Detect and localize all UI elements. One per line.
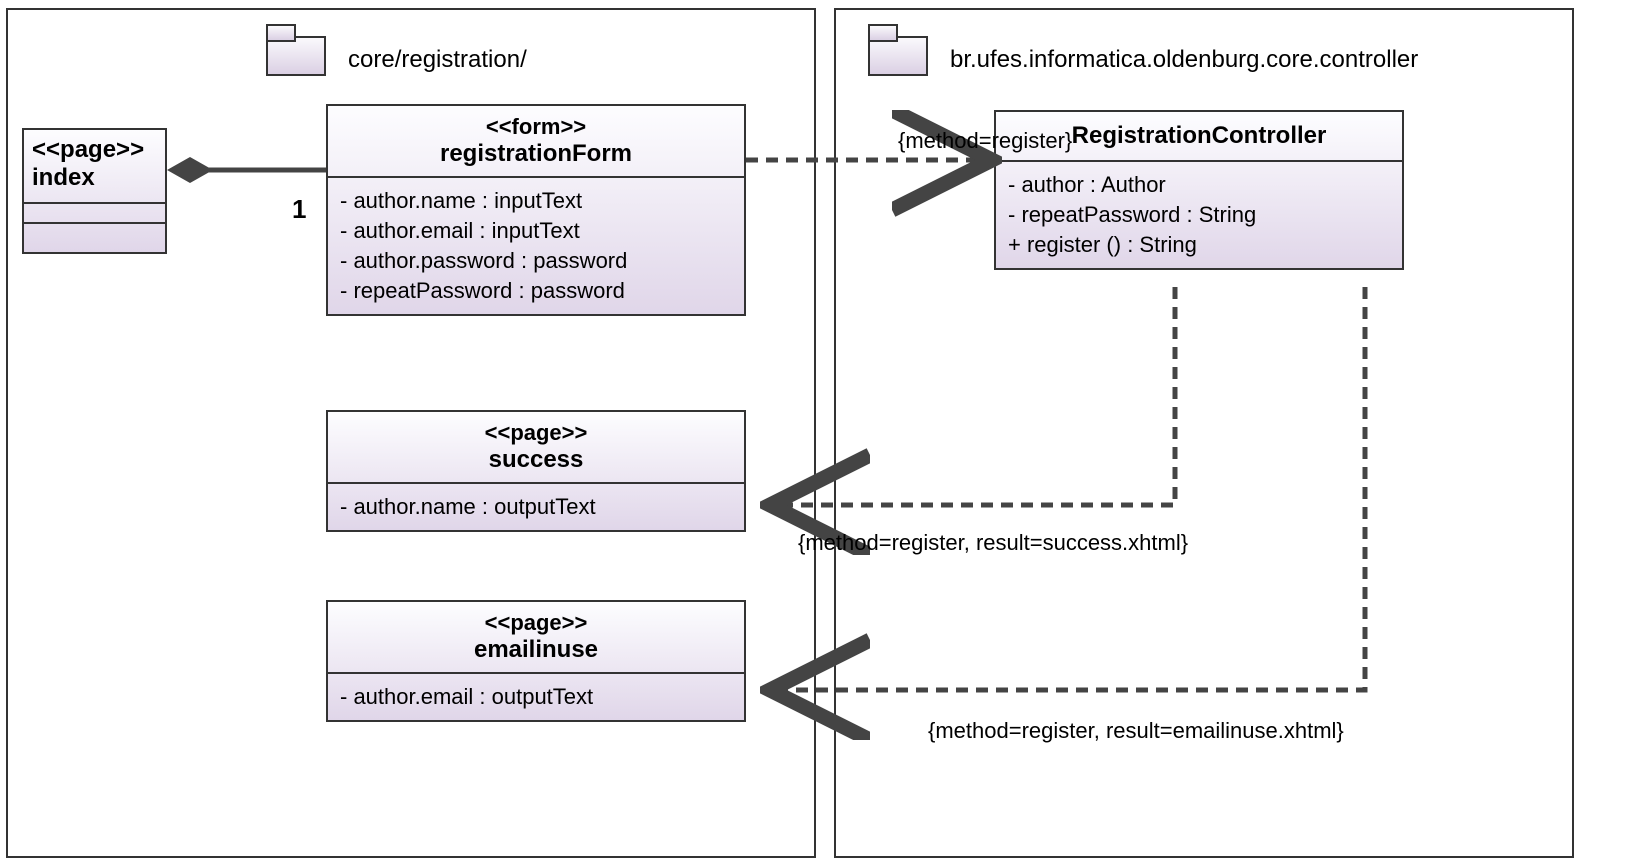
multiplicity-1: 1 [292,194,306,225]
composition-diamond [167,157,213,183]
dep-controller-emailinuse [770,287,1365,690]
label-method-register: {method=register} [898,128,1072,154]
connectors: controller --> [0,0,1636,866]
label-result-emailinuse: {method=register, result=emailinuse.xhtm… [928,718,1344,744]
diagram-canvas: core/registration/ br.ufes.informatica.o… [0,0,1636,866]
dep-controller-success [770,287,1175,505]
label-result-success: {method=register, result=success.xhtml} [798,530,1188,556]
